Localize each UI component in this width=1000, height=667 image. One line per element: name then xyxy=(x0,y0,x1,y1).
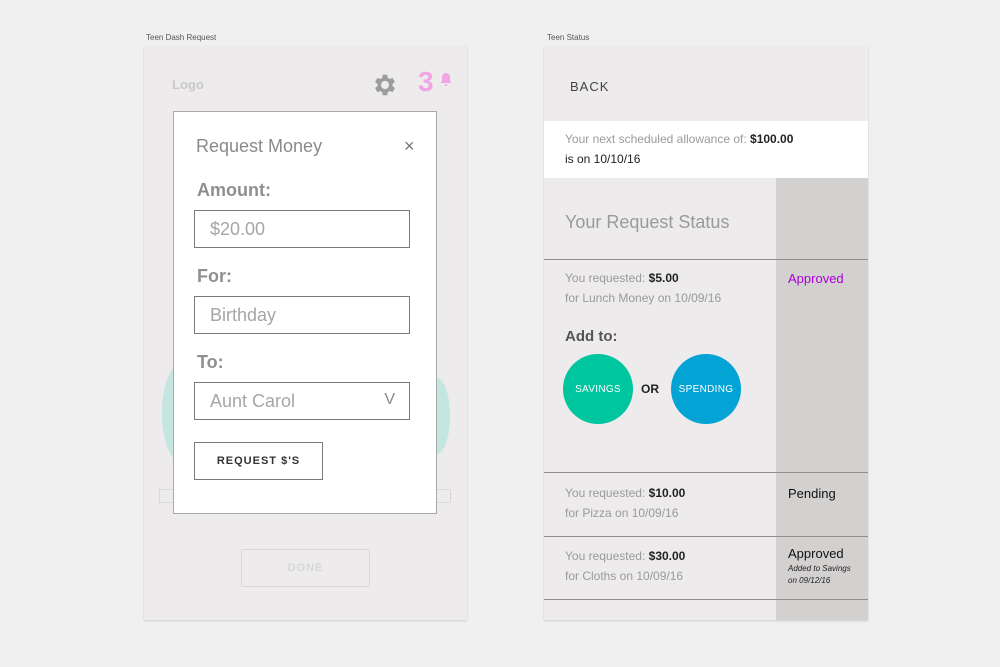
close-icon[interactable]: × xyxy=(404,137,415,155)
back-button[interactable]: BACK xyxy=(570,79,609,94)
divider xyxy=(544,599,868,600)
notification-count[interactable]: 3 xyxy=(418,66,434,98)
request-3-note-line1: Added to Savings xyxy=(788,564,851,573)
allowance-banner: Your next scheduled allowance of: $100.0… xyxy=(544,121,868,178)
request-1-prefix: You requested: xyxy=(565,271,646,285)
request-1-status: Approved xyxy=(788,271,844,286)
bell-icon[interactable] xyxy=(438,72,454,88)
request-2-status: Pending xyxy=(788,486,836,501)
or-label: OR xyxy=(641,382,659,396)
amount-label: Amount: xyxy=(197,180,271,200)
artboard-label-teen-dash-request: Teen Dash Request xyxy=(146,33,217,42)
request-2-amount-line: You requested: $10.00 xyxy=(565,486,685,500)
request-money-button[interactable]: REQUEST $'S xyxy=(194,442,323,480)
request-2-detail: for Pizza on 10/09/16 xyxy=(565,506,679,520)
allowance-amount: $100.00 xyxy=(750,132,794,146)
divider xyxy=(544,259,868,260)
artboard-label-teen-status: Teen Status xyxy=(547,33,590,42)
to-label: To: xyxy=(197,352,224,372)
logo: Logo xyxy=(172,77,204,92)
gear-icon[interactable] xyxy=(371,71,399,99)
add-to-label: Add to: xyxy=(565,328,618,345)
request-2-amount: $10.00 xyxy=(648,486,686,500)
request-3-amount: $30.00 xyxy=(648,549,686,563)
request-1-amount: $5.00 xyxy=(648,271,679,285)
request-3-status: Approved xyxy=(788,546,844,561)
amount-input[interactable]: $20.00 xyxy=(194,210,410,248)
allowance-prefix: Your next scheduled allowance of: xyxy=(565,132,747,146)
request-1-amount-line: You requested: $5.00 xyxy=(565,271,679,285)
allowance-line: Your next scheduled allowance of: $100.0… xyxy=(565,132,793,146)
request-3-prefix: You requested: xyxy=(565,549,646,563)
for-label: For: xyxy=(197,266,232,286)
savings-button[interactable]: SAVINGS xyxy=(563,354,633,424)
teen-status-screen: BACK Your next scheduled allowance of: $… xyxy=(544,46,868,620)
to-select[interactable]: Aunt Carol V xyxy=(194,382,410,420)
allowance-date: is on 10/10/16 xyxy=(565,152,641,166)
request-status-title: Your Request Status xyxy=(565,212,730,232)
modal-title: Request Money xyxy=(196,136,323,156)
request-3-amount-line: You requested: $30.00 xyxy=(565,549,685,563)
for-input[interactable]: Birthday xyxy=(194,296,410,334)
request-2-prefix: You requested: xyxy=(565,486,646,500)
chevron-down-icon: V xyxy=(384,391,395,408)
request-3-detail: for Cloths on 10/09/16 xyxy=(565,569,684,583)
to-select-value: Aunt Carol xyxy=(210,390,296,411)
request-1-detail: for Lunch Money on 10/09/16 xyxy=(565,291,722,305)
spending-button[interactable]: SPENDING xyxy=(671,354,741,424)
done-button[interactable]: DONE xyxy=(241,549,370,587)
divider xyxy=(544,536,868,537)
request-money-modal: Request Money × Amount: $20.00 For: Birt… xyxy=(173,111,437,514)
divider xyxy=(544,472,868,473)
request-3-note-line2: on 09/12/16 xyxy=(788,576,831,585)
teen-dash-request-screen: Logo 3 DONE Request Money × Amount: $20.… xyxy=(144,46,467,620)
